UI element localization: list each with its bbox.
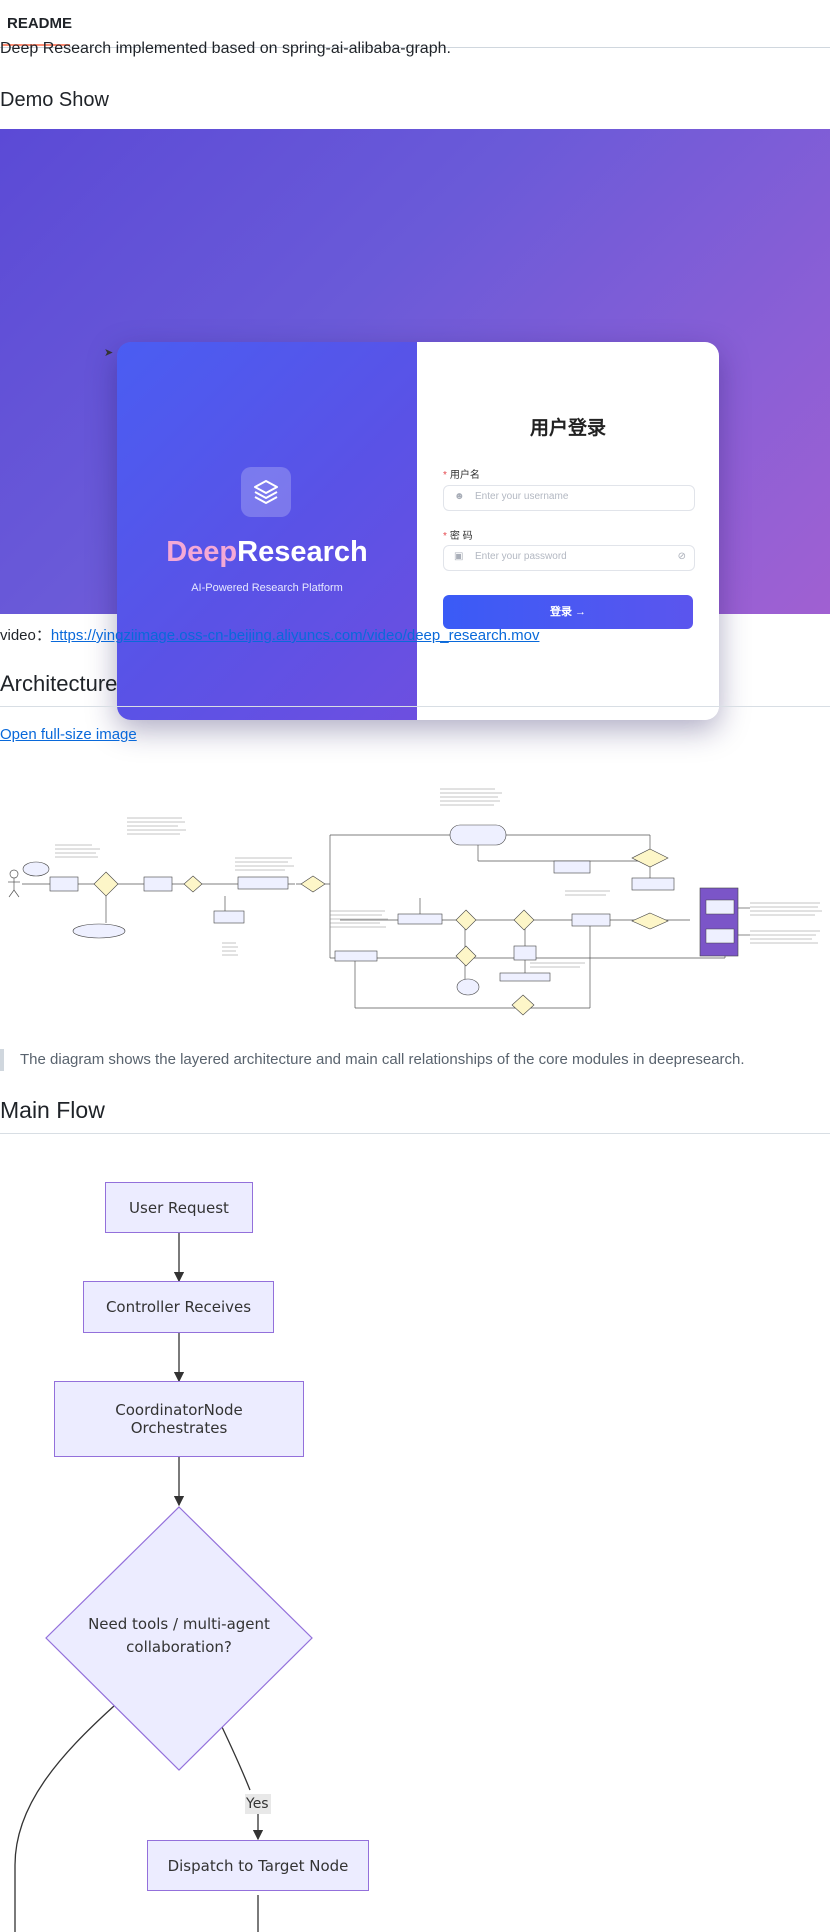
login-card: DeepResearch AI-Powered Research Platfor… [117, 342, 719, 720]
password-label: * 密 码 [443, 527, 473, 542]
flow-edge [221, 1726, 251, 1791]
flow-node-user-request: User Request [105, 1182, 253, 1233]
login-form-panel: 用户登录 * 用户名 ☻ Enter your username * 密 码 ▣ E… [417, 342, 719, 720]
heading-divider [0, 706, 830, 707]
flow-node-coordinator: CoordinatorNode Orchestrates [54, 1381, 304, 1457]
lock-icon: ▣ [454, 551, 464, 562]
demo-heading: Demo Show [0, 89, 109, 111]
video-line: video：https://yingziimage.oss-cn-beijing… [0, 624, 539, 645]
flow-decision-text: Need tools / multi-agent collaboration? [74, 1613, 284, 1659]
mouse-cursor-icon: ➤ [104, 347, 114, 359]
flow-node-dispatch: Dispatch to Target Node [147, 1840, 369, 1891]
tab-readme[interactable]: README [7, 15, 72, 32]
heading-divider [0, 1133, 830, 1134]
username-label: * 用户名 [443, 466, 480, 481]
layers-logo-icon [241, 467, 291, 517]
architecture-caption: The diagram shows the layered architectu… [20, 1051, 745, 1068]
login-title: 用户登录 [529, 418, 606, 439]
decision-line1: Need tools / multi-agent [88, 1615, 270, 1633]
brand-name: DeepResearch [117, 536, 417, 569]
video-label: video： [0, 627, 51, 644]
edge-label-yes: Yes [246, 1796, 269, 1812]
blockquote-bar [0, 1049, 4, 1071]
architecture-heading: Architecture [0, 671, 118, 696]
password-field[interactable]: ▣ Enter your password ⊘ [443, 545, 695, 571]
brand-tagline: AI-Powered Research Platform [191, 582, 343, 594]
username-placeholder: Enter your username [475, 491, 569, 502]
coordinator-line2: Orchestrates [130, 1419, 228, 1437]
password-label-text: 密 码 [449, 531, 473, 542]
username-label-text: 用户名 [449, 470, 480, 481]
password-placeholder: Enter your password [475, 551, 567, 562]
flow-node-controller-receives: Controller Receives [83, 1281, 274, 1333]
decision-line2: collaboration? [126, 1638, 232, 1656]
demo-screenshot: DeepResearch AI-Powered Research Platfor… [0, 129, 830, 720]
brand-panel: DeepResearch AI-Powered Research Platfor… [117, 342, 417, 720]
open-full-size-image-link[interactable]: Open full-size image [0, 726, 137, 743]
architecture-diagram-image[interactable] [0, 763, 830, 1025]
intro-text: Deep Research implemented based on sprin… [0, 40, 451, 57]
main-flow-heading: Main Flow [0, 1097, 105, 1123]
flow-edge-no-branch [14, 1705, 115, 1932]
brand-name-part2: Research [237, 536, 368, 568]
eye-hidden-icon[interactable]: ⊘ [678, 551, 686, 562]
username-field[interactable]: ☻ Enter your username [443, 485, 695, 511]
video-link[interactable]: https://yingziimage.oss-cn-beijing.aliyu… [51, 627, 540, 644]
coordinator-line1: CoordinatorNode [115, 1401, 243, 1419]
required-mark: * [443, 470, 447, 481]
brand-name-part1: Deep [166, 536, 238, 568]
main-flow-diagram [14, 1233, 313, 1932]
user-icon: ☻ [454, 491, 465, 502]
required-mark: * [443, 531, 447, 542]
